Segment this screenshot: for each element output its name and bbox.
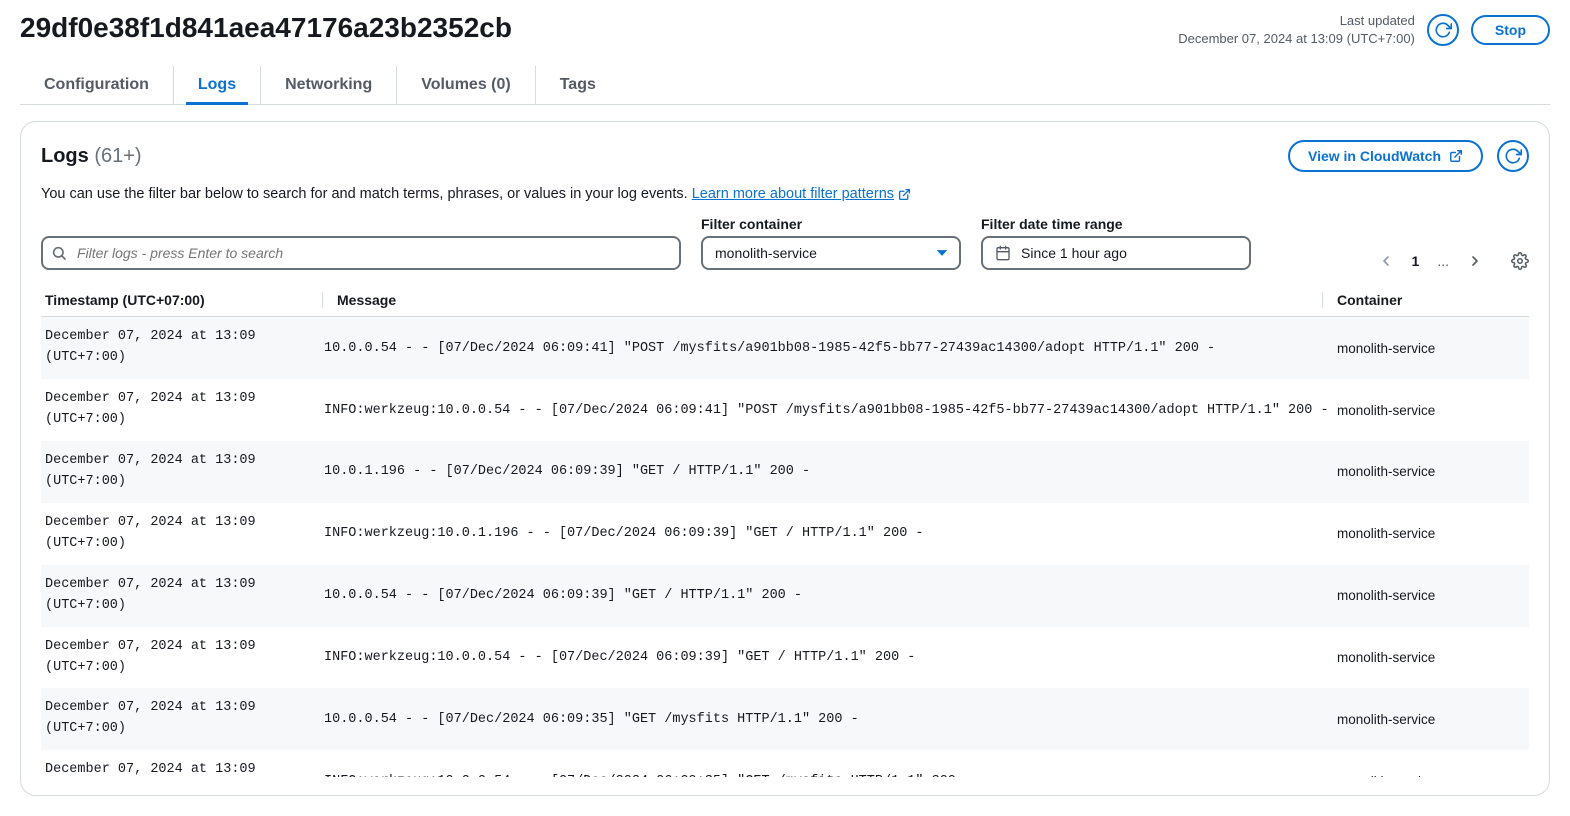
cell-timestamp: December 07, 2024 at 13:09 (UTC+7:00)	[41, 760, 316, 777]
refresh-logs-button[interactable]	[1497, 140, 1529, 172]
table-settings-button[interactable]	[1511, 252, 1529, 270]
cell-timestamp: December 07, 2024 at 13:09 (UTC+7:00)	[41, 389, 316, 431]
refresh-icon	[1434, 21, 1452, 39]
cell-message: 10.0.1.196 - - [07/Dec/2024 06:09:39] "G…	[316, 464, 1329, 479]
cell-timestamp: December 07, 2024 at 13:09 (UTC+7:00)	[41, 575, 316, 617]
table-row[interactable]: December 07, 2024 at 13:09 (UTC+7:00)INF…	[41, 503, 1529, 565]
cell-container: monolith-service	[1329, 526, 1529, 541]
pager-current: 1	[1412, 253, 1420, 269]
cell-message: INFO:werkzeug:10.0.1.196 - - [07/Dec/202…	[316, 526, 1329, 541]
filter-date-label: Filter date time range	[981, 216, 1251, 232]
view-in-cloudwatch-button[interactable]: View in CloudWatch	[1288, 140, 1483, 172]
cell-message: 10.0.0.54 - - [07/Dec/2024 06:09:35] "GE…	[316, 712, 1329, 727]
panel-description: You can use the filter bar below to sear…	[41, 186, 1529, 202]
pager-next[interactable]	[1467, 253, 1483, 269]
table-row[interactable]: December 07, 2024 at 13:09 (UTC+7:00)10.…	[41, 317, 1529, 379]
cell-container: monolith-service	[1329, 712, 1529, 727]
refresh-button[interactable]	[1427, 14, 1459, 46]
cell-container: monolith-service	[1329, 464, 1529, 479]
cell-container: monolith-service	[1329, 774, 1529, 778]
filter-container-select[interactable]: monolith-service	[701, 236, 961, 270]
external-link-icon	[898, 188, 911, 201]
col-header-message[interactable]: Message	[329, 292, 1316, 308]
table-row[interactable]: December 07, 2024 at 13:09 (UTC+7:00)10.…	[41, 565, 1529, 627]
cell-message: 10.0.0.54 - - [07/Dec/2024 06:09:39] "GE…	[316, 588, 1329, 603]
learn-more-link[interactable]: Learn more about filter patterns	[692, 186, 911, 202]
pager-prev[interactable]	[1378, 253, 1394, 269]
cell-timestamp: December 07, 2024 at 13:09 (UTC+7:00)	[41, 451, 316, 493]
calendar-icon	[995, 245, 1011, 261]
filter-search-wrap	[41, 236, 681, 270]
gear-icon	[1511, 252, 1529, 270]
tab-logs[interactable]: Logs	[174, 66, 261, 104]
filter-container-label: Filter container	[701, 216, 961, 232]
col-header-timestamp[interactable]: Timestamp (UTC+07:00)	[41, 292, 316, 308]
filter-container-value: monolith-service	[715, 245, 817, 261]
view-in-cloudwatch-label: View in CloudWatch	[1308, 148, 1441, 164]
tab-networking[interactable]: Networking	[261, 66, 397, 104]
table-row[interactable]: December 07, 2024 at 13:09 (UTC+7:00)INF…	[41, 379, 1529, 441]
cell-container: monolith-service	[1329, 650, 1529, 665]
col-header-container[interactable]: Container	[1329, 292, 1529, 308]
page-title: 29df0e38f1d841aea47176a23b2352cb	[20, 12, 512, 44]
cell-timestamp: December 07, 2024 at 13:09 (UTC+7:00)	[41, 637, 316, 679]
filter-date-value: Since 1 hour ago	[1021, 245, 1127, 261]
last-updated: Last updated December 07, 2024 at 13:09 …	[1178, 12, 1415, 48]
stop-button[interactable]: Stop	[1471, 15, 1550, 45]
cell-container: monolith-service	[1329, 403, 1529, 418]
logs-table: Timestamp (UTC+07:00) Message Container …	[41, 284, 1529, 777]
learn-more-label: Learn more about filter patterns	[692, 186, 894, 202]
filter-logs-input[interactable]	[41, 236, 681, 270]
cell-container: monolith-service	[1329, 588, 1529, 603]
refresh-icon	[1504, 147, 1522, 165]
cell-message: 10.0.0.54 - - [07/Dec/2024 06:09:41] "PO…	[316, 341, 1329, 356]
column-divider	[1322, 292, 1323, 308]
cell-timestamp: December 07, 2024 at 13:09 (UTC+7:00)	[41, 513, 316, 555]
cell-message: INFO:werkzeug:10.0.0.54 - - [07/Dec/2024…	[316, 774, 1329, 778]
table-row[interactable]: December 07, 2024 at 13:09 (UTC+7:00)INF…	[41, 627, 1529, 689]
filter-date-range[interactable]: Since 1 hour ago	[981, 236, 1251, 270]
panel-description-text: You can use the filter bar below to sear…	[41, 186, 692, 202]
pager-overflow: ...	[1437, 253, 1449, 269]
cell-timestamp: December 07, 2024 at 13:09 (UTC+7:00)	[41, 327, 316, 369]
chevron-down-icon	[935, 246, 949, 260]
table-row[interactable]: December 07, 2024 at 13:09 (UTC+7:00)INF…	[41, 750, 1529, 777]
external-link-icon	[1449, 149, 1463, 163]
tab-tags[interactable]: Tags	[536, 66, 620, 104]
column-divider	[322, 292, 323, 308]
panel-title-text: Logs	[41, 145, 89, 167]
cell-message: INFO:werkzeug:10.0.0.54 - - [07/Dec/2024…	[316, 650, 1329, 665]
tab-bar: Configuration Logs Networking Volumes (0…	[20, 66, 1550, 105]
cell-message: INFO:werkzeug:10.0.0.54 - - [07/Dec/2024…	[316, 403, 1329, 418]
tab-volumes[interactable]: Volumes (0)	[397, 66, 536, 104]
panel-count: (61+)	[94, 145, 141, 167]
table-row[interactable]: December 07, 2024 at 13:09 (UTC+7:00)10.…	[41, 688, 1529, 750]
last-updated-label: Last updated	[1178, 12, 1415, 30]
cell-container: monolith-service	[1329, 341, 1529, 356]
logs-panel: Logs (61+) View in CloudWatch You can	[20, 121, 1550, 796]
panel-title: Logs (61+)	[41, 145, 142, 168]
cell-timestamp: December 07, 2024 at 13:09 (UTC+7:00)	[41, 698, 316, 740]
table-row[interactable]: December 07, 2024 at 13:09 (UTC+7:00)10.…	[41, 441, 1529, 503]
last-updated-value: December 07, 2024 at 13:09 (UTC+7:00)	[1178, 30, 1415, 48]
tab-configuration[interactable]: Configuration	[20, 66, 174, 104]
search-icon	[51, 245, 67, 261]
